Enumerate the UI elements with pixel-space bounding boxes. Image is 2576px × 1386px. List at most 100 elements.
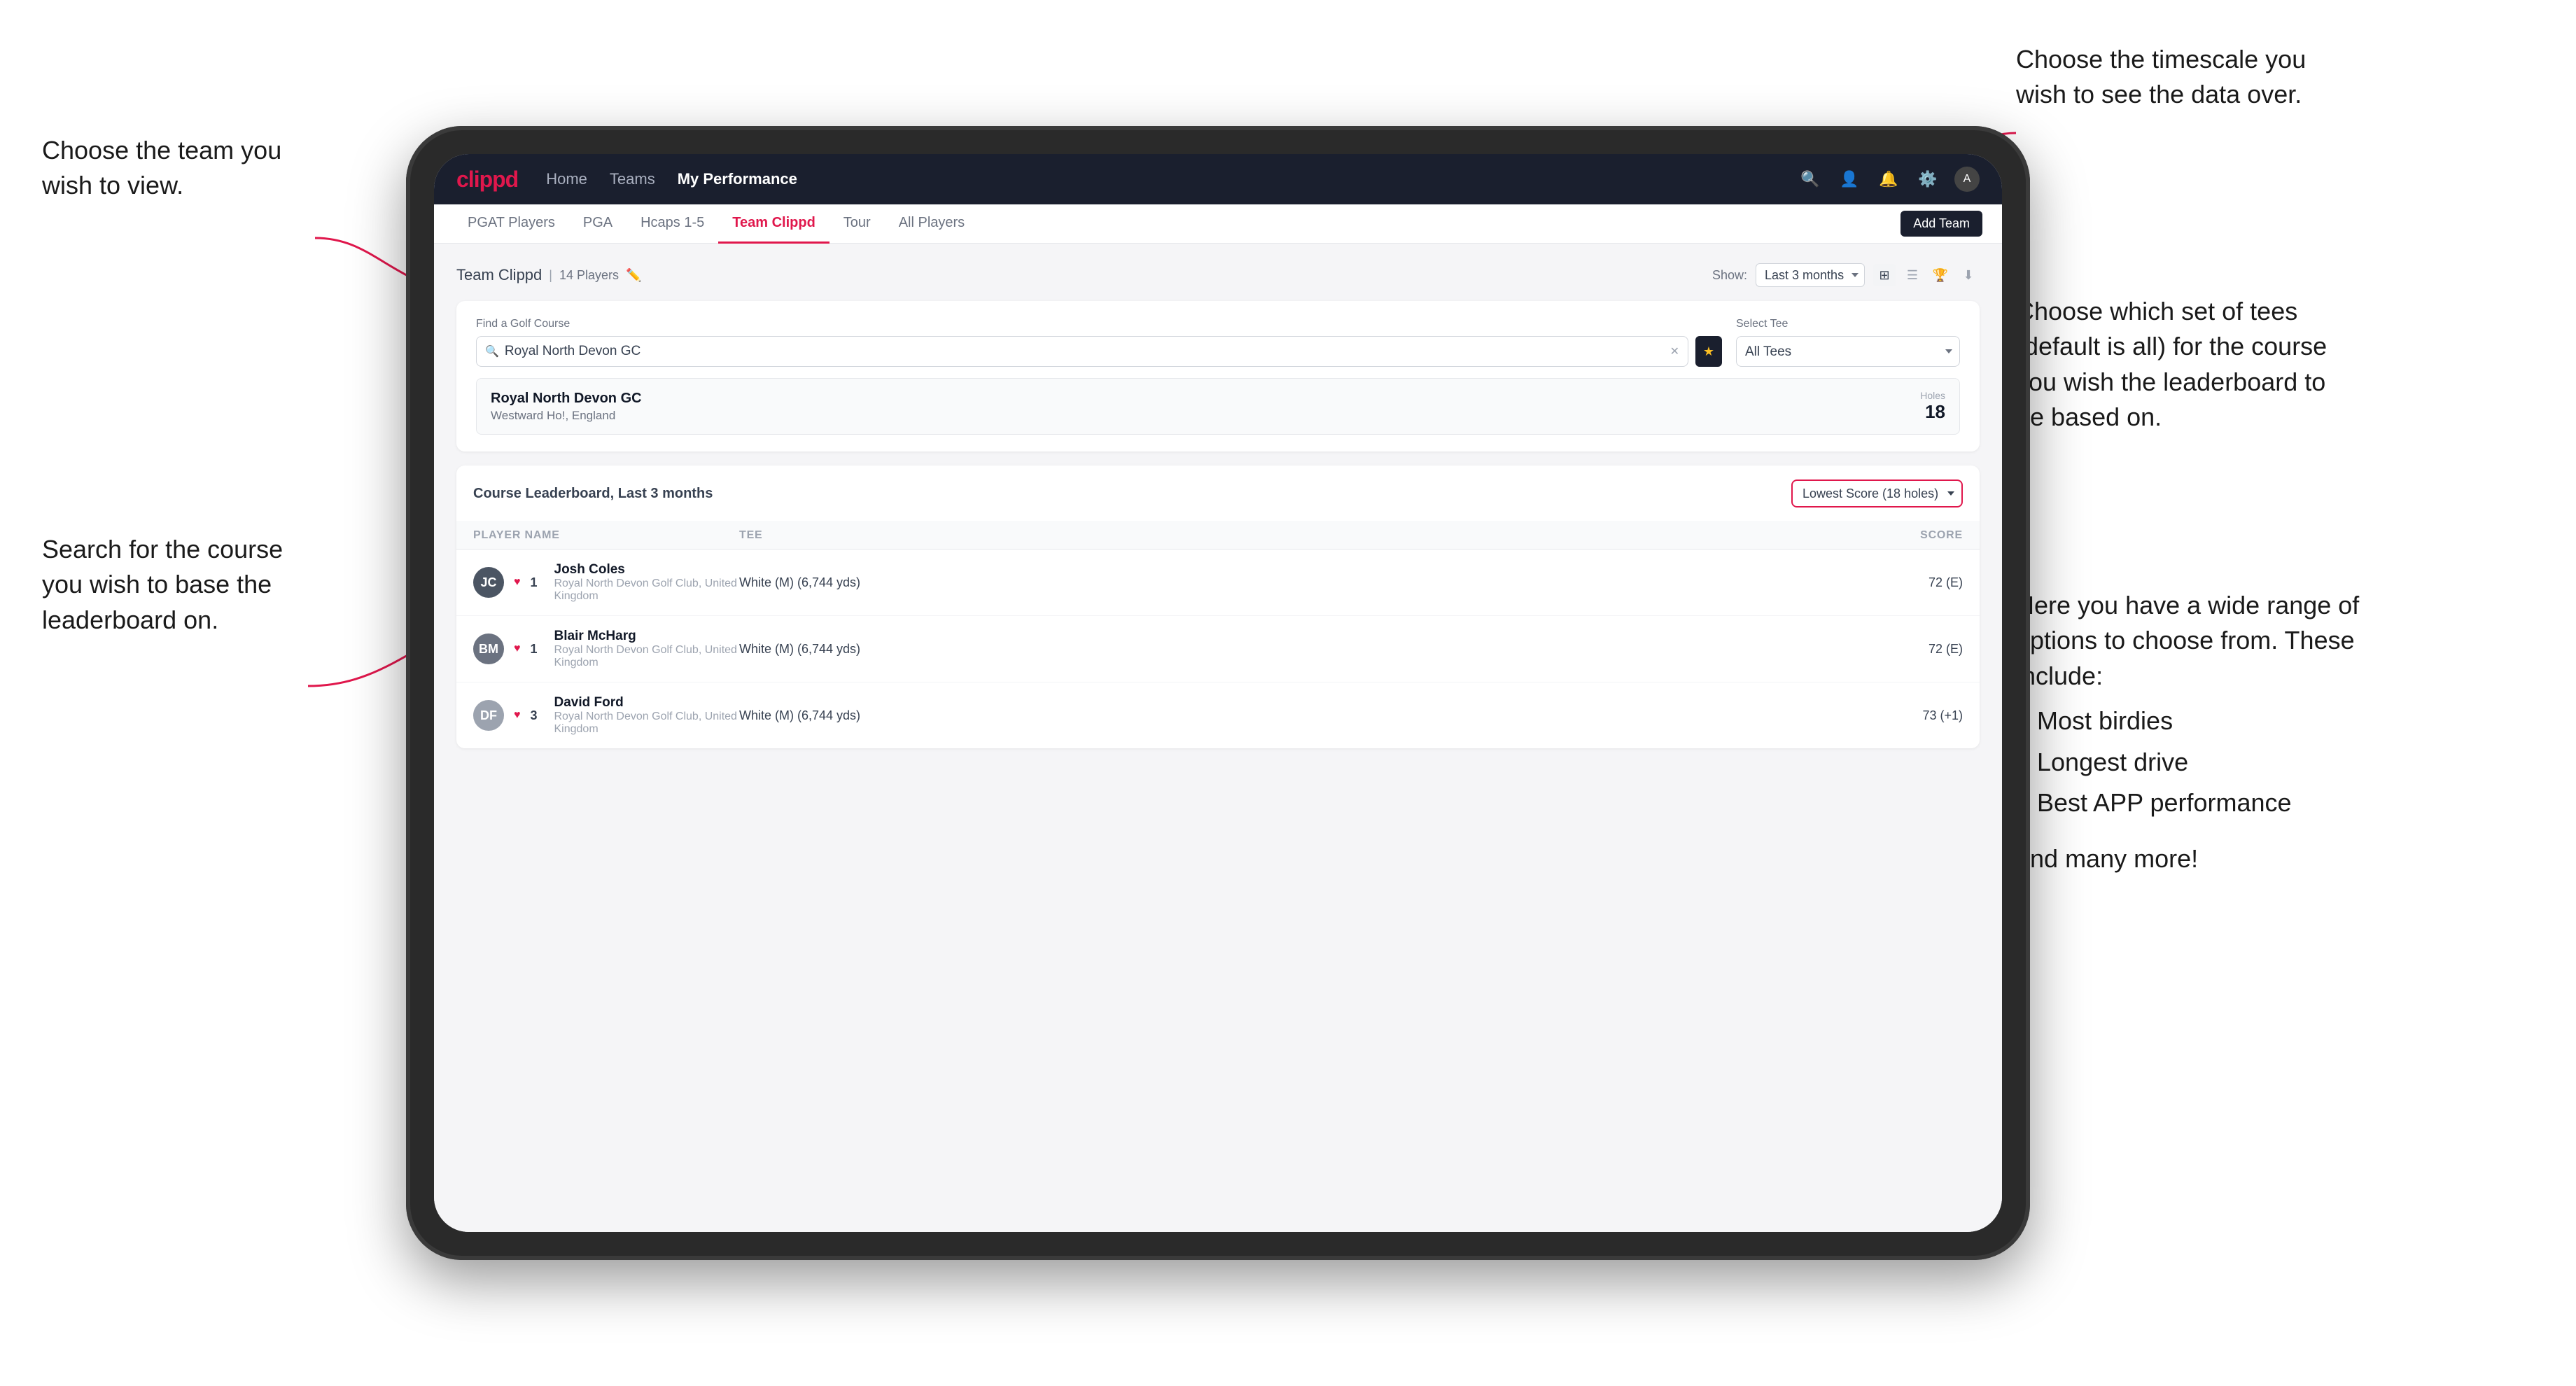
annotation-top-right-text: Choose the timescale you wish to see the… [2016,45,2306,108]
subnav-item-tour[interactable]: Tour [830,204,885,244]
nav-item-home[interactable]: Home [546,170,587,188]
player-col-2: BM ♥ 1 Blair McHarg Royal North Devon Go… [473,629,739,669]
subnav-item-all-players[interactable]: All Players [885,204,979,244]
list-view-icon[interactable]: ☰ [1901,264,1924,286]
col-header-score: SCORE [1851,529,1963,542]
player-club-1: Royal North Devon Golf Club, United King… [554,578,740,603]
annotation-list-item-2: Longest drive [2037,745,2380,780]
annotation-mid-left-text: Search for the course you wish to base t… [42,535,283,634]
search-icon[interactable]: 🔍 [1798,167,1823,192]
app-logo: clippd [456,167,518,192]
annotation-top-right: Choose the timescale you wish to see the… [2016,42,2352,113]
leaderboard-header: Course Leaderboard, Last 3 months Lowest… [456,465,1980,522]
download-icon[interactable]: ⬇ [1957,264,1980,286]
course-info: Royal North Devon GC Westward Ho!, Engla… [491,391,642,423]
leaderboard-title: Course Leaderboard, Last 3 months [473,486,713,502]
player-col-1: JC ♥ 1 Josh Coles Royal North Devon Golf… [473,562,739,603]
subnav-item-team-clippd[interactable]: Team Clippd [718,204,830,244]
player-rank-1: 1 [531,575,545,590]
search-card: Find a Golf Course 🔍 ✕ ★ Select Tee [456,301,1980,451]
player-avatar-3: DF [473,700,504,731]
player-tee-3: White (M) (6,744 yds) [739,708,1655,723]
player-heart-1: ♥ [514,576,521,589]
holes-label: Holes [1920,390,1945,401]
nav-item-teams[interactable]: Teams [610,170,655,188]
tee-select-col: Select Tee All Tees [1736,318,1960,367]
holes-number: 18 [1920,401,1945,423]
navbar-nav: Home Teams My Performance [546,170,1770,188]
content-area: Team Clippd | 14 Players ✏️ Show: Last 3… [434,244,2002,1232]
player-tee-2: White (M) (6,744 yds) [739,642,1655,657]
player-score-1: 72 (E) [1851,575,1963,590]
team-name: Team Clippd [456,266,542,284]
show-label: Show: [1712,268,1747,283]
course-search-input[interactable] [505,344,1665,359]
annotation-mid-left: Search for the course you wish to base t… [42,532,308,638]
course-result: Royal North Devon GC Westward Ho!, Engla… [476,378,1960,435]
score-type-select[interactable]: Lowest Score (18 holes) [1791,479,1963,507]
player-name-3: David Ford [554,695,740,710]
team-title: Team Clippd | 14 Players ✏️ [456,266,641,284]
col-header-player: PLAYER NAME [473,529,739,542]
subnav: PGAT Players PGA Hcaps 1-5 Team Clippd T… [434,204,2002,244]
bell-icon[interactable]: 🔔 [1876,167,1901,192]
tablet-screen: clippd Home Teams My Performance 🔍 👤 🔔 ⚙… [434,154,2002,1232]
course-name: Royal North Devon GC [491,391,642,407]
player-avatar-2: BM [473,634,504,664]
player-avatar-1: JC [473,567,504,598]
table-row: BM ♥ 1 Blair McHarg Royal North Devon Go… [456,616,1980,682]
subnav-item-pgat[interactable]: PGAT Players [454,204,569,244]
find-course-label: Find a Golf Course [476,318,1722,330]
holes-badge: Holes 18 [1920,390,1945,423]
leaderboard-card: Course Leaderboard, Last 3 months Lowest… [456,465,1980,748]
player-club-2: Royal North Devon Golf Club, United King… [554,644,740,669]
show-controls: Show: Last 3 months ⊞ ☰ 🏆 ⬇ [1712,263,1980,287]
table-row: DF ♥ 3 David Ford Royal North Devon Golf… [456,682,1980,748]
table-header: PLAYER NAME TEE SCORE [456,522,1980,550]
score-select-wrap: Lowest Score (18 holes) [1791,479,1963,507]
annotation-list-item-1: Most birdies [2037,704,2380,738]
grid-view-icon[interactable]: ⊞ [1873,264,1896,286]
add-team-button[interactable]: Add Team [1900,211,1982,237]
player-club-3: Royal North Devon Golf Club, United King… [554,710,740,736]
annotation-top-left: Choose the team you wish to view. [42,133,308,204]
search-clear-icon[interactable]: ✕ [1670,344,1679,358]
golf-course-search-col: Find a Golf Course 🔍 ✕ ★ [476,318,1722,367]
tee-label: Select Tee [1736,318,1960,330]
player-name-1: Josh Coles [554,562,740,578]
nav-item-my-performance[interactable]: My Performance [678,170,797,188]
annotation-list-item-3: Best APP performance [2037,785,2380,820]
annotation-mid-right: Choose which set of tees (default is all… [2016,294,2352,435]
search-row: Find a Golf Course 🔍 ✕ ★ Select Tee [476,318,1960,367]
player-heart-3: ♥ [514,709,521,722]
edit-team-icon[interactable]: ✏️ [626,268,641,283]
view-icons: ⊞ ☰ 🏆 ⬇ [1873,264,1980,286]
navbar: clippd Home Teams My Performance 🔍 👤 🔔 ⚙… [434,154,2002,204]
team-player-count: | [549,268,552,283]
favorite-button[interactable]: ★ [1695,336,1722,367]
player-rank-3: 3 [531,708,545,723]
player-heart-2: ♥ [514,643,521,655]
col-header-tee: TEE [739,529,1655,542]
player-col-3: DF ♥ 3 David Ford Royal North Devon Golf… [473,695,739,736]
subnav-item-pga[interactable]: PGA [569,204,626,244]
search-magnifier-icon: 🔍 [485,344,499,358]
course-location: Westward Ho!, England [491,409,642,423]
annotation-bot-right: Here you have a wide range of options to… [2016,588,2380,877]
trophy-icon[interactable]: 🏆 [1929,264,1952,286]
table-row: JC ♥ 1 Josh Coles Royal North Devon Golf… [456,550,1980,616]
team-header: Team Clippd | 14 Players ✏️ Show: Last 3… [456,263,1980,287]
annotation-top-left-text: Choose the team you wish to view. [42,136,281,200]
subnav-item-hcaps[interactable]: Hcaps 1-5 [626,204,718,244]
settings-icon[interactable]: ⚙️ [1915,167,1940,192]
player-score-2: 72 (E) [1851,642,1963,657]
show-period-select[interactable]: Last 3 months [1756,263,1865,287]
player-rank-2: 1 [531,642,545,657]
annotation-mid-right-text: Choose which set of tees (default is all… [2016,297,2327,431]
avatar[interactable]: A [1954,167,1980,192]
player-tee-1: White (M) (6,744 yds) [739,575,1655,590]
navbar-icons: 🔍 👤 🔔 ⚙️ A [1798,167,1980,192]
people-icon[interactable]: 👤 [1837,167,1862,192]
tee-select[interactable]: All Tees [1736,336,1960,367]
team-player-count-text: 14 Players [559,268,619,283]
